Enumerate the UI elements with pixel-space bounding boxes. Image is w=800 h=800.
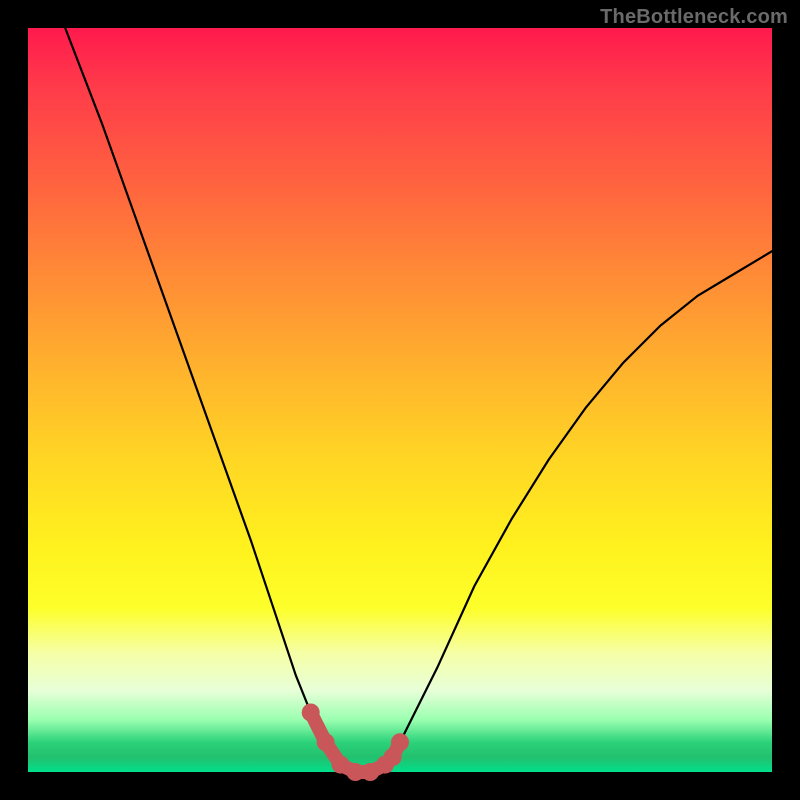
trough-marker <box>302 704 320 722</box>
chart-svg <box>28 28 772 772</box>
marker-group <box>302 704 409 782</box>
trough-marker <box>317 733 335 751</box>
watermark-text: TheBottleneck.com <box>600 6 788 29</box>
bottleneck-curve <box>65 28 772 772</box>
trough-marker <box>391 733 409 751</box>
